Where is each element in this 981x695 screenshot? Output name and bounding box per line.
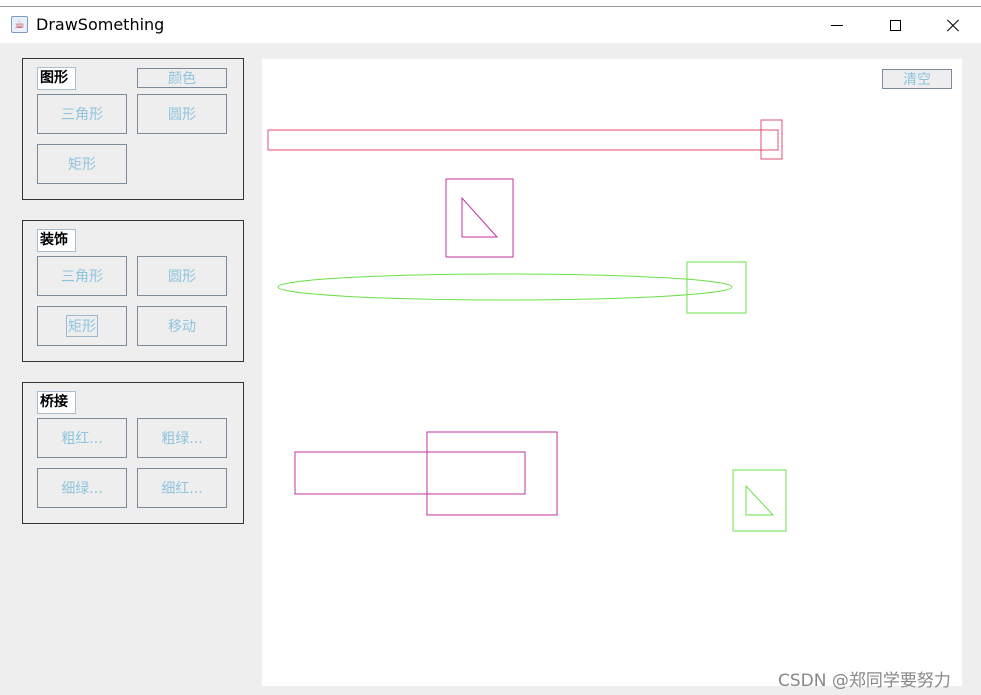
watermark-text: CSDN @郑同学要努力 <box>778 671 951 691</box>
green-triangle <box>745 484 775 516</box>
minimize-icon <box>831 24 843 26</box>
red-rectangle <box>267 129 779 151</box>
maximize-icon <box>889 19 901 31</box>
shape-triangle-button[interactable]: 三角形 <box>37 94 127 134</box>
color-button[interactable]: 颜色 <box>137 68 227 88</box>
maximize-button[interactable] <box>866 7 924 43</box>
bridge-panel: 桥接 粗红... 粗绿... 细绿... 细红... <box>22 382 244 524</box>
decoration-panel: 装饰 三角形 圆形 矩形 移动 <box>22 220 244 362</box>
minimize-button[interactable] <box>808 7 866 43</box>
shape-circle-button[interactable]: 圆形 <box>137 94 227 134</box>
red-square-decoration <box>760 119 783 160</box>
close-icon <box>946 18 960 32</box>
thin-red-button[interactable]: 细红... <box>137 468 227 508</box>
window-title: DrawSomething <box>36 15 165 34</box>
shape-panel: 图形 颜色 三角形 圆形 矩形 <box>22 58 244 200</box>
move-button[interactable]: 移动 <box>137 306 227 346</box>
thick-green-button[interactable]: 粗绿... <box>137 418 227 458</box>
magenta-triangle <box>461 196 499 238</box>
thick-red-button[interactable]: 粗红... <box>37 418 127 458</box>
decor-triangle-button[interactable]: 三角形 <box>37 256 127 296</box>
green-square-decoration <box>686 261 747 314</box>
title-bar: ☕ DrawSomething <box>0 7 981 43</box>
decoration-panel-label: 装饰 <box>37 229 76 252</box>
app-window: ☕ DrawSomething 图形 颜色 三角形 圆形 矩形 装饰 三角形 圆… <box>0 6 981 695</box>
decor-rectangle-button[interactable]: 矩形 <box>37 306 127 346</box>
close-button[interactable] <box>924 7 981 43</box>
drawing-surface <box>267 119 787 532</box>
shape-rectangle-button[interactable]: 矩形 <box>37 144 127 184</box>
thin-green-button[interactable]: 细绿... <box>37 468 127 508</box>
magenta-rectangle <box>294 451 526 495</box>
decor-rectangle-label: 矩形 <box>66 315 98 337</box>
magenta-rectangle-decoration <box>426 431 558 516</box>
java-cup-icon: ☕ <box>11 16 28 33</box>
shape-panel-label: 图形 <box>37 67 76 90</box>
bridge-panel-label: 桥接 <box>37 391 76 414</box>
green-ellipse <box>277 273 733 301</box>
decor-circle-button[interactable]: 圆形 <box>137 256 227 296</box>
drawing-canvas[interactable]: 清空 <box>262 59 962 686</box>
